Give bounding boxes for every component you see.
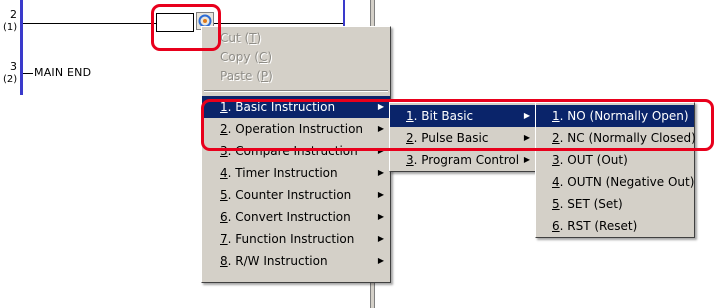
rung-number: 2 xyxy=(10,8,17,21)
menu-item-set[interactable]: 5. SET (Set) xyxy=(536,193,694,215)
menu-item-rst[interactable]: 6. RST (Reset) xyxy=(536,215,694,237)
item-label: . Counter Instruction xyxy=(227,188,352,202)
item-number: 5 xyxy=(552,197,560,211)
menu-item-timer-instruction[interactable]: 4. Timer Instruction ▶ xyxy=(202,162,390,184)
menu-item-function-instruction[interactable]: 7. Function Instruction ▶ xyxy=(202,228,390,250)
step-number: (2) xyxy=(3,74,18,85)
item-number: 6 xyxy=(220,210,228,224)
cut-accel: T xyxy=(249,31,257,45)
left-power-rail xyxy=(20,0,23,95)
submenu-arrow-icon: ▶ xyxy=(523,155,530,164)
paste-label-end: ) xyxy=(268,69,273,83)
menu-item-outn[interactable]: 4. OUTN (Negative Out) xyxy=(536,171,694,193)
submenu-arrow-icon: ▶ xyxy=(377,212,384,221)
rung-wire xyxy=(23,73,33,74)
right-power-rail xyxy=(343,0,345,26)
item-label: . RST (Reset) xyxy=(559,219,638,233)
main-end-label: MAIN END xyxy=(34,66,92,79)
item-number: 4 xyxy=(552,175,560,189)
menu-item-out[interactable]: 3. OUT (Out) xyxy=(536,149,694,171)
item-number: 5 xyxy=(220,188,228,202)
item-number: 3 xyxy=(552,153,560,167)
item-number: 6 xyxy=(552,219,560,233)
paste-label: Paste ( xyxy=(220,69,261,83)
cut-label: Cut ( xyxy=(220,31,250,45)
annotation-highlight xyxy=(201,99,714,151)
submenu-arrow-icon: ▶ xyxy=(377,256,384,265)
submenu-arrow-icon: ▶ xyxy=(377,168,384,177)
menu-separator xyxy=(204,90,388,92)
cut-menu-item[interactable]: Cut (T) xyxy=(202,29,390,48)
cut-label-end: ) xyxy=(256,31,262,45)
item-label: . Function Instruction xyxy=(227,232,355,246)
item-label: . Convert Instruction xyxy=(227,210,351,224)
item-label: . OUT (Out) xyxy=(559,153,628,167)
menu-item-rw-instruction[interactable]: 8. R/W Instruction ▶ xyxy=(202,250,390,272)
submenu-arrow-icon: ▶ xyxy=(377,190,384,199)
item-number: 8 xyxy=(220,254,228,268)
copy-label: Copy ( xyxy=(220,50,259,64)
item-label: . OUTN (Negative Out) xyxy=(559,175,695,189)
rung-wire xyxy=(214,23,343,24)
item-label: . Program Control xyxy=(413,153,520,167)
item-number: 7 xyxy=(220,232,228,246)
copy-menu-item[interactable]: Copy (C) xyxy=(202,48,390,67)
menu-item-program-control[interactable]: 3. Program Control ▶ xyxy=(390,149,536,171)
context-menu: Cut (T) Copy (C) Paste (P) 1. Basic Inst… xyxy=(201,26,391,283)
step-number: (1) xyxy=(3,22,18,33)
item-label: . R/W Instruction xyxy=(227,254,328,268)
item-label: . SET (Set) xyxy=(559,197,623,211)
paste-menu-item[interactable]: Paste (P) xyxy=(202,67,390,86)
submenu-arrow-icon: ▶ xyxy=(377,234,384,243)
item-label: . Timer Instruction xyxy=(227,166,338,180)
rung-wire xyxy=(23,23,156,24)
copy-label-end: ) xyxy=(267,50,273,64)
rung-number: 3 xyxy=(10,60,17,73)
menu-item-convert-instruction[interactable]: 6. Convert Instruction ▶ xyxy=(202,206,390,228)
annotation-highlight xyxy=(151,4,221,51)
menu-item-counter-instruction[interactable]: 5. Counter Instruction ▶ xyxy=(202,184,390,206)
item-number: 3 xyxy=(406,153,414,167)
item-number: 4 xyxy=(220,166,228,180)
